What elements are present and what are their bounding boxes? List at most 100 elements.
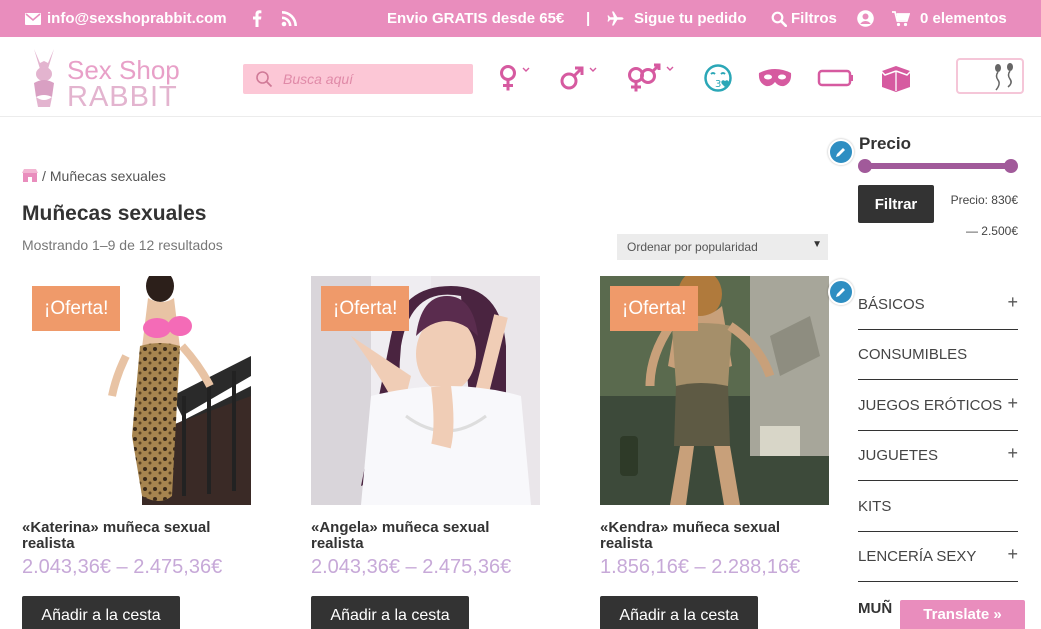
account-link[interactable]	[857, 0, 874, 37]
logo-line2: RABBIT	[67, 81, 178, 113]
category-label: JUEGOS ERÓTICOS	[858, 397, 1003, 414]
page-title: Muñecas sexuales	[22, 202, 207, 225]
site-header: Sex Shop RABBIT 3	[0, 37, 1041, 117]
sperm-icon	[995, 63, 1013, 91]
header-user-box[interactable]	[956, 58, 1024, 94]
category-label: KITS	[858, 498, 892, 515]
rabbit-logo-icon	[34, 49, 54, 107]
product-card: ¡Oferta! «Kendra» muñeca sexual realista…	[600, 276, 829, 629]
male-symbol-icon	[560, 66, 597, 90]
search-box	[243, 64, 473, 94]
product-price: 2.043,36€ – 2.475,36€	[22, 556, 223, 578]
category-label: LENCERÍA SEXY	[858, 548, 977, 565]
topbar-separator: |	[586, 0, 590, 37]
email-link[interactable]: info@sexshoprabbit.com	[25, 0, 227, 37]
pencil-icon	[836, 148, 845, 157]
svg-text:3: 3	[715, 79, 721, 90]
category-item-partial[interactable]: MUÑ	[858, 600, 892, 617]
shop-home-icon[interactable]	[22, 169, 38, 183]
product-title[interactable]: «Katerina» muñeca sexual realista	[22, 520, 251, 552]
product-title[interactable]: «Angela» muñeca sexual realista	[311, 520, 540, 552]
price-range-min: Precio: 830€	[950, 193, 1018, 207]
search-icon	[771, 11, 787, 27]
mask-icon	[758, 69, 792, 87]
nav-kits[interactable]	[878, 63, 914, 93]
shipping-label: Envio GRATIS desde 65€	[387, 10, 565, 27]
expand-icon[interactable]: +	[1007, 393, 1018, 414]
track-order-label: Sigue tu pedido	[634, 10, 747, 27]
sale-badge: ¡Oferta!	[321, 286, 410, 331]
sort-selected-value: Ordenar por popularidad	[627, 240, 758, 254]
result-count: Mostrando 1–9 de 12 resultados	[22, 237, 223, 253]
category-item-kits[interactable]: KITS	[858, 482, 1018, 532]
filters-link[interactable]: Filtros	[771, 0, 837, 37]
add-to-cart-button[interactable]: Añadir a la cesta	[600, 596, 758, 629]
facebook-icon	[253, 10, 262, 27]
product-card: ¡Oferta! «Angela» muñeca sexual realista…	[311, 276, 540, 629]
email-text: info@sexshoprabbit.com	[47, 10, 227, 27]
female-symbol-icon	[500, 65, 530, 91]
top-bar: info@sexshoprabbit.com Envio GRATIS desd…	[0, 0, 1041, 37]
cart-icon	[892, 10, 910, 26]
category-item-juguetes[interactable]: JUGUETES +	[858, 431, 1018, 481]
category-item-basicos[interactable]: BÁSICOS +	[858, 280, 1018, 330]
nav-consumables[interactable]	[817, 63, 855, 93]
envelope-icon	[25, 12, 41, 25]
product-price: 1.856,16€ – 2.288,16€	[600, 556, 801, 578]
expand-icon[interactable]: +	[1007, 544, 1018, 565]
separator-text: |	[586, 10, 591, 27]
search-input[interactable]	[283, 68, 463, 90]
expand-icon[interactable]: +	[1007, 443, 1018, 464]
battery-icon	[817, 69, 853, 87]
track-order-link[interactable]: Sigue tu pedido	[607, 0, 747, 37]
free-shipping-text: Envio GRATIS desde 65€	[387, 0, 564, 37]
nav-masks[interactable]	[757, 63, 793, 93]
sort-select[interactable]: Ordenar por popularidad ▼	[617, 234, 828, 260]
category-label: BÁSICOS	[858, 296, 925, 313]
slider-track	[862, 163, 1014, 169]
sale-badge: ¡Oferta!	[610, 286, 699, 331]
chevron-down-icon: ▼	[812, 239, 822, 250]
rss-icon	[281, 11, 297, 27]
logo[interactable]: Sex Shop RABBIT	[26, 45, 186, 113]
product-image[interactable]: ¡Oferta!	[22, 276, 251, 505]
plane-icon	[607, 11, 624, 26]
product-image[interactable]: ¡Oferta!	[311, 276, 540, 505]
box-icon	[878, 66, 914, 92]
pencil-icon	[836, 288, 845, 297]
translate-button[interactable]: Translate »	[900, 600, 1025, 629]
breadcrumb: / Muñecas sexuales	[22, 168, 166, 184]
filter-button[interactable]: Filtrar	[858, 185, 934, 223]
edit-widget-button[interactable]	[828, 139, 854, 165]
edit-widget-button[interactable]	[828, 279, 854, 305]
add-to-cart-button[interactable]: Añadir a la cesta	[311, 596, 469, 629]
breadcrumb-current: Muñecas sexuales	[49, 168, 166, 184]
logo-line1: Sex Shop	[67, 55, 180, 85]
facebook-link[interactable]	[252, 0, 262, 37]
product-title[interactable]: «Kendra» muñeca sexual realista	[600, 520, 829, 552]
cart-count-label: 0 elementos	[920, 10, 1007, 27]
slider-handle-min[interactable]	[858, 159, 872, 173]
category-item-lenceria-sexy[interactable]: LENCERÍA SEXY +	[858, 532, 1018, 582]
search-icon	[256, 71, 273, 88]
product-image[interactable]: ¡Oferta!	[600, 276, 829, 505]
breadcrumb-separator: /	[42, 168, 46, 184]
category-item-juegos-eroticos[interactable]: JUEGOS ERÓTICOS +	[858, 381, 1018, 431]
nav-female[interactable]	[497, 63, 531, 93]
sale-badge: ¡Oferta!	[32, 286, 121, 331]
couple-symbol-icon	[628, 63, 674, 92]
nav-couple[interactable]	[626, 63, 678, 93]
slider-handle-max[interactable]	[1004, 159, 1018, 173]
rss-link[interactable]	[281, 0, 298, 37]
expand-icon[interactable]: +	[1007, 292, 1018, 313]
nav-games[interactable]: 3	[703, 63, 733, 93]
user-icon	[857, 10, 874, 27]
filters-label: Filtros	[791, 10, 837, 27]
nav-male[interactable]	[558, 63, 598, 93]
category-item-consumibles[interactable]: CONSUMIBLES	[858, 330, 1018, 380]
price-range-text: Precio: 830€ — 2.500€	[938, 192, 1018, 239]
add-to-cart-button[interactable]: Añadir a la cesta	[22, 596, 180, 629]
cart-link[interactable]: 0 elementos	[892, 0, 1007, 37]
price-slider[interactable]	[858, 159, 1018, 173]
price-range-max: — 2.500€	[965, 224, 1018, 238]
